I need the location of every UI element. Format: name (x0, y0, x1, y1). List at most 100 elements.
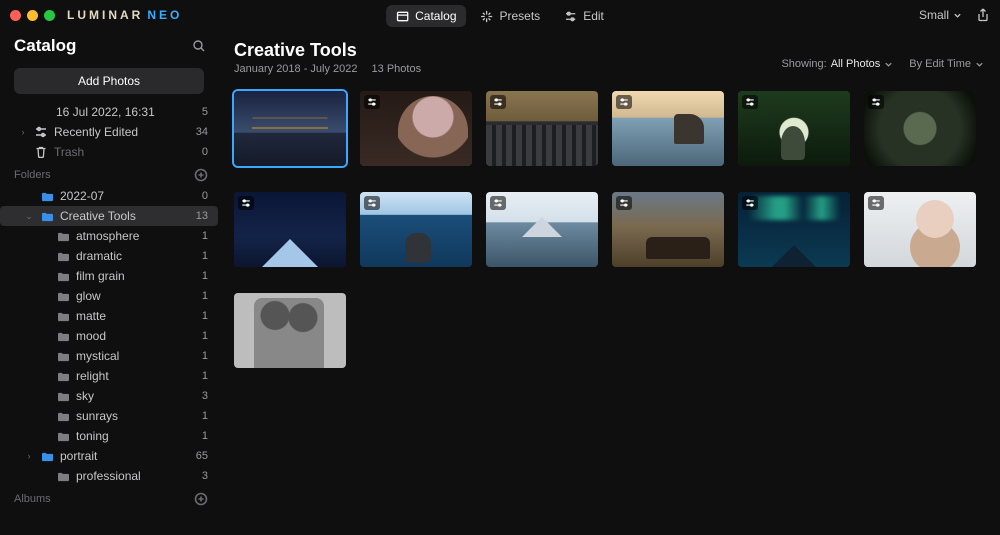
search-icon[interactable] (192, 39, 206, 53)
folder-mystical[interactable]: mystical1 (0, 346, 218, 366)
photo-thumb[interactable] (234, 192, 346, 267)
folder-count: 1 (202, 250, 208, 262)
folder-icon (56, 469, 70, 483)
mode-catalog[interactable]: Catalog (386, 5, 466, 27)
folder-count: 3 (202, 470, 208, 482)
folder-glow[interactable]: glow1 (0, 286, 218, 306)
shortcut-recently-edited[interactable]: ›Recently Edited34 (0, 122, 218, 142)
shortcut-label: 16 Jul 2022, 16:31 (56, 105, 196, 119)
shortcut-16-jul-2022-16-31[interactable]: 16 Jul 2022, 16:31 5 (0, 102, 218, 122)
mode-presets[interactable]: Presets (471, 5, 551, 27)
folder-count: 65 (196, 450, 208, 462)
minimize-icon[interactable] (27, 10, 38, 21)
photo-thumb[interactable] (612, 91, 724, 166)
folders-label: Folders (14, 169, 51, 181)
thumbnail-size-select[interactable]: Small (919, 8, 962, 22)
folder-label: relight (76, 369, 196, 383)
folder-icon (56, 309, 70, 323)
shortcut-count: 5 (202, 106, 208, 118)
photo-thumb[interactable] (360, 91, 472, 166)
shortcut-label: Recently Edited (54, 125, 190, 139)
folder-dramatic[interactable]: dramatic 1 (0, 246, 218, 266)
traffic-lights[interactable] (10, 10, 55, 21)
chevron-down-icon[interactable]: ⌄ (24, 211, 34, 222)
add-album-icon[interactable] (194, 492, 208, 506)
photo-thumb[interactable] (864, 91, 976, 166)
folder-matte[interactable]: matte1 (0, 306, 218, 326)
folder-2022-07[interactable]: 2022-07 0 (0, 186, 218, 206)
sort-select[interactable]: By Edit Time (909, 58, 984, 70)
sidebar: Catalog Add Photos 16 Jul 2022, 16:315›R… (0, 30, 218, 535)
photo-thumb[interactable] (864, 192, 976, 267)
folder-creative-tools[interactable]: ⌄Creative Tools13 (0, 206, 218, 226)
shortcut-label: Trash (54, 145, 196, 159)
folder-film-grain[interactable]: film grain 1 (0, 266, 218, 286)
folder-count: 1 (202, 370, 208, 382)
mode-edit-label: Edit (583, 9, 604, 23)
chevron-right-icon[interactable]: › (24, 451, 34, 461)
folder-relight[interactable]: relight 1 (0, 366, 218, 386)
photo-thumb[interactable] (738, 91, 850, 166)
folder-icon (40, 189, 54, 203)
mode-edit[interactable]: Edit (554, 5, 614, 27)
close-icon[interactable] (10, 10, 21, 21)
edited-badge-icon (742, 95, 758, 109)
edited-badge-icon (868, 196, 884, 210)
folder-mood[interactable]: mood1 (0, 326, 218, 346)
photo-thumb[interactable] (486, 91, 598, 166)
folder-icon (56, 409, 70, 423)
folder-sunrays[interactable]: sunrays1 (0, 406, 218, 426)
shortcut-trash[interactable]: Trash0 (0, 142, 218, 162)
folder-count: 0 (202, 190, 208, 202)
section-albums: Albums (0, 486, 218, 510)
thumbnail-size-label: Small (919, 8, 949, 22)
chevron-down-icon (884, 60, 893, 69)
folder-count: 1 (202, 350, 208, 362)
folder-label: professional (76, 469, 196, 483)
add-photos-button[interactable]: Add Photos (14, 68, 204, 94)
folder-count: 1 (202, 230, 208, 242)
folder-count: 1 (202, 270, 208, 282)
edited-badge-icon (868, 95, 884, 109)
share-icon[interactable] (976, 8, 990, 22)
folder-professional[interactable]: professional 3 (0, 466, 218, 486)
folder-label: film grain (76, 269, 196, 283)
folder-icon (56, 349, 70, 363)
folder-count: 3 (202, 390, 208, 402)
filter-showing[interactable]: Showing: All Photos (781, 58, 893, 70)
sliders-icon (34, 125, 48, 139)
folder-sky[interactable]: sky 3 (0, 386, 218, 406)
edited-badge-icon (616, 95, 632, 109)
photo-thumb[interactable] (486, 192, 598, 267)
folder-label: toning (76, 429, 196, 443)
zoom-icon[interactable] (44, 10, 55, 21)
folder-label: sky (76, 389, 196, 403)
brand-word-1: LUMINAR (67, 8, 143, 22)
photo-thumb[interactable] (360, 192, 472, 267)
mode-presets-label: Presets (500, 9, 541, 23)
photo-thumb[interactable] (234, 91, 346, 166)
add-folder-icon[interactable] (194, 168, 208, 182)
folder-icon (56, 389, 70, 403)
sort-label: By Edit Time (909, 58, 971, 70)
presets-icon (481, 10, 494, 23)
collection-photo-count: 13 Photos (372, 63, 422, 75)
folder-label: dramatic (76, 249, 196, 263)
photo-thumb[interactable] (738, 192, 850, 267)
photo-thumbnail-image (234, 293, 346, 368)
folder-atmosphere[interactable]: atmosphere 1 (0, 226, 218, 246)
app-logo: LUMINAR NEO (67, 8, 182, 22)
folder-toning[interactable]: toning1 (0, 426, 218, 446)
folder-icon (56, 249, 70, 263)
sliders-icon (564, 10, 577, 23)
photo-thumb[interactable] (234, 293, 346, 368)
folder-portrait[interactable]: ›portrait65 (0, 446, 218, 466)
edited-badge-icon (742, 196, 758, 210)
folder-label: mood (76, 329, 196, 343)
brand-word-2: NEO (147, 8, 182, 22)
folder-label: 2022-07 (60, 189, 196, 203)
folder-label: atmosphere (76, 229, 196, 243)
folder-icon (56, 229, 70, 243)
edited-badge-icon (364, 196, 380, 210)
photo-thumb[interactable] (612, 192, 724, 267)
